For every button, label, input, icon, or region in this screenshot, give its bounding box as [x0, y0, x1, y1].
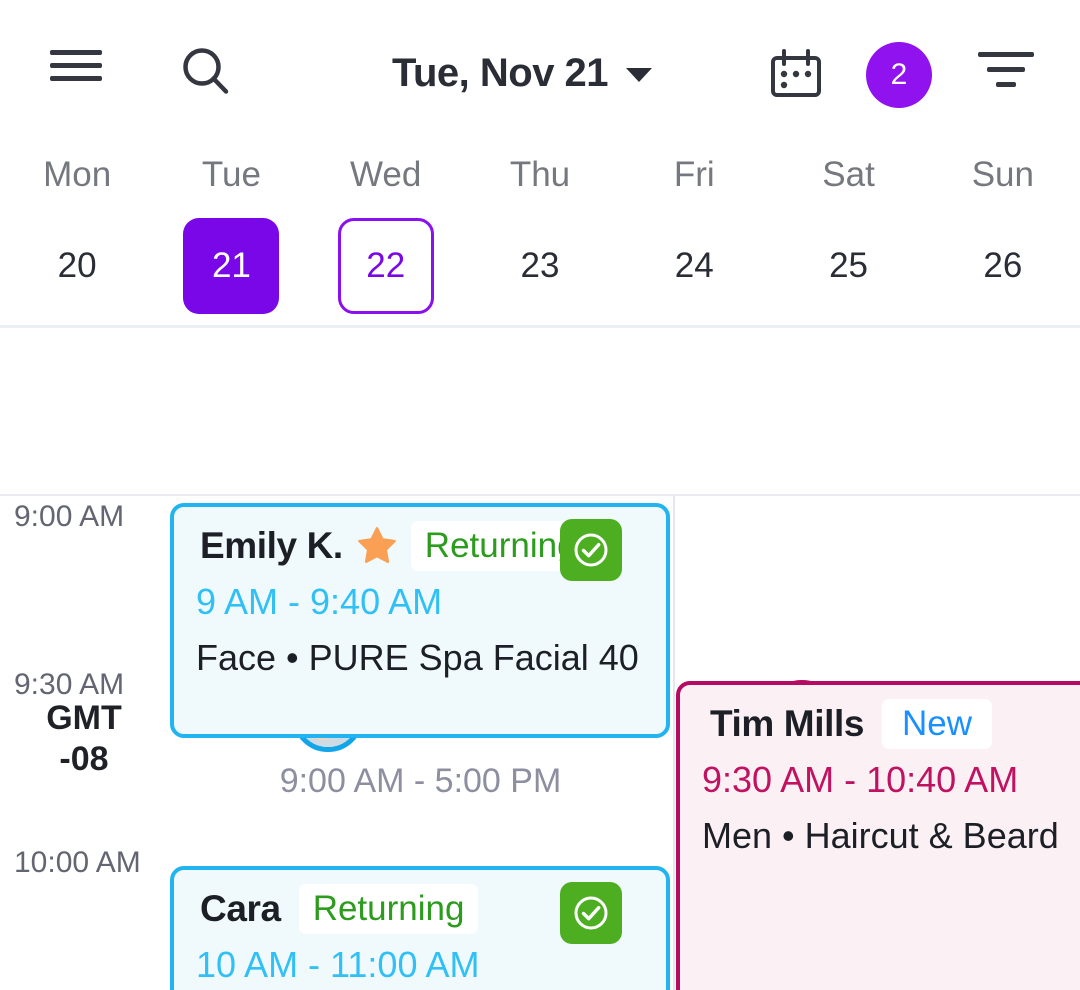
filter-line [996, 82, 1016, 87]
appointment-header: Cara Returning [174, 870, 666, 944]
client-status-tag: New [882, 699, 993, 750]
date-cell-sat[interactable]: Sat 25 [771, 130, 925, 325]
day-number: 26 [983, 246, 1023, 285]
staff-column-header: GMT -08 Gabi Max [0, 328, 1080, 820]
notification-count-badge[interactable]: 2 [866, 42, 932, 108]
date-cell-thu[interactable]: Thu 23 [463, 130, 617, 325]
appointment-header: Emily K. Returning [174, 507, 666, 581]
week-date-strip: Mon 20 Tue 21 Wed 22 Thu 23 Fri 24 Sat 2… [0, 130, 1080, 325]
day-number-selected: 21 [183, 218, 280, 314]
hamburger-line [50, 76, 102, 81]
time-label-10-00: 10:00 AM [14, 846, 141, 879]
confirmed-check-icon[interactable] [560, 519, 622, 581]
appointment-service: Face • PURE Spa Facial 40 [196, 637, 639, 679]
hamburger-line [50, 50, 102, 55]
client-name: Emily K. [200, 525, 343, 567]
time-label-9-30: 9:30 AM [14, 668, 125, 701]
calendar-app: Tue, Nov 21 2 Mon 20 Tue 21 Wed 22 Thu 2… [0, 0, 1080, 990]
chevron-down-icon [626, 68, 653, 82]
time-label-9-00: 9:00 AM [14, 500, 125, 533]
day-number: 20 [57, 246, 97, 285]
day-name: Sat [822, 155, 875, 194]
search-icon[interactable] [180, 45, 232, 97]
client-name: Tim Mills [710, 703, 865, 745]
column-divider [673, 496, 675, 990]
date-cell-tue[interactable]: Tue 21 [154, 130, 308, 325]
confirmed-check-icon[interactable] [560, 882, 622, 944]
page-title: Tue, Nov 21 [392, 50, 609, 95]
hamburger-menu-icon[interactable] [50, 50, 102, 82]
hamburger-line [50, 63, 102, 68]
date-cell-sun[interactable]: Sun 26 [926, 130, 1080, 325]
notification-count-label: 2 [890, 58, 908, 91]
top-bar: Tue, Nov 21 2 [0, 0, 1080, 130]
filter-icon[interactable] [978, 52, 1034, 94]
date-cell-wed[interactable]: Wed 22 [309, 130, 463, 325]
star-icon [358, 527, 396, 564]
filter-line [987, 67, 1025, 72]
appointment-card[interactable]: Emily K. Returning 9 AM - 9:40 AM Face •… [170, 503, 670, 738]
calendar-icon[interactable] [770, 48, 822, 98]
filter-line [978, 52, 1034, 57]
client-status-tag: Returning [298, 884, 479, 935]
date-title-dropdown[interactable]: Tue, Nov 21 [392, 45, 653, 101]
day-name: Mon [43, 155, 112, 194]
day-name: Fri [673, 155, 715, 194]
appointment-header: Tim Mills New [680, 685, 1080, 750]
day-name: Wed [350, 155, 422, 194]
appointment-time: 9:30 AM - 10:40 AM [702, 759, 1019, 801]
date-cell-fri[interactable]: Fri 24 [617, 130, 771, 325]
day-name: Thu [509, 155, 571, 194]
day-number: 23 [520, 246, 560, 285]
day-number: 24 [674, 246, 714, 285]
day-name: Sun [971, 155, 1034, 194]
appointment-service: Men • Haircut & Beard [702, 815, 1059, 857]
day-number-today: 22 [337, 218, 434, 314]
day-name: Tue [201, 155, 261, 194]
appointment-card[interactable]: Tim Mills New 9:30 AM - 10:40 AM Men • H… [676, 681, 1080, 990]
appointment-card[interactable]: Cara Returning 10 AM - 11:00 AM [170, 866, 670, 990]
client-name: Cara [200, 888, 281, 930]
date-cell-mon[interactable]: Mon 20 [0, 130, 154, 325]
day-number: 25 [829, 246, 869, 285]
